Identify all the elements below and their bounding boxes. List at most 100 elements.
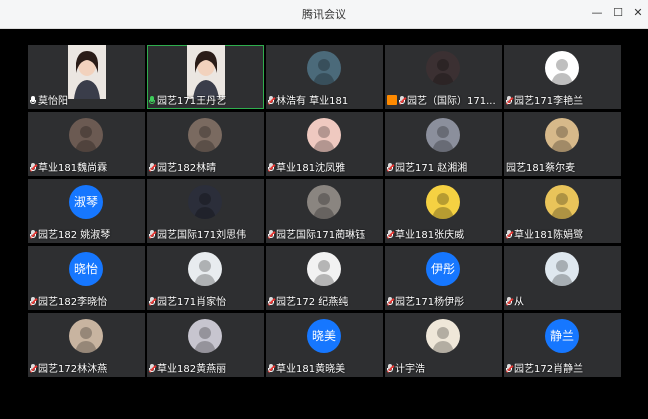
avatar: 晓怡 xyxy=(69,252,103,286)
avatar xyxy=(188,252,222,286)
participant-name-bar: 园艺182 姚淑琴 xyxy=(28,229,145,243)
mic-muted-icon xyxy=(148,163,157,172)
participant-tile[interactable]: 莫怡阳 xyxy=(28,45,145,109)
avatar xyxy=(69,118,103,152)
participant-tile[interactable]: 园艺国际171蔺琳钰 xyxy=(266,179,383,243)
participant-name-bar: 园艺172肖静兰 xyxy=(504,363,621,377)
participant-name: 草业181魏尚霖 xyxy=(38,163,108,174)
avatar xyxy=(426,51,460,85)
participant-tile[interactable]: 园艺171 赵湘湘 xyxy=(385,112,502,176)
avatar xyxy=(307,51,341,85)
participant-name-bar: 草业181陈娟鹭 xyxy=(504,229,621,243)
mic-muted-icon xyxy=(386,230,395,239)
participant-name-bar: 园艺国际171刘思伟 xyxy=(147,229,264,243)
participant-tile[interactable]: 草业182黄燕丽 xyxy=(147,313,264,377)
participant-tile[interactable]: 园艺181蔡尔麦 xyxy=(504,112,621,176)
close-icon[interactable]: ✕ xyxy=(629,4,647,22)
participant-tile[interactable]: 静兰园艺172肖静兰 xyxy=(504,313,621,377)
participant-name: 园艺182 姚淑琴 xyxy=(38,230,111,241)
mic-muted-icon xyxy=(148,230,157,239)
participant-name: 园艺172林沐燕 xyxy=(38,364,108,375)
participant-name: 园艺172 纪燕纯 xyxy=(276,297,349,308)
mic-icon xyxy=(149,96,155,105)
participant-name: 园艺国际171蔺琳钰 xyxy=(276,230,366,241)
participant-name: 草业181沈凤雅 xyxy=(276,163,346,174)
participant-tile[interactable]: 从 xyxy=(504,246,621,310)
mic-muted-icon xyxy=(267,297,276,306)
participant-tile[interactable]: 草业181张庆威 xyxy=(385,179,502,243)
avatar xyxy=(545,51,579,85)
participant-name-bar: 园艺171肖家怡 xyxy=(147,296,264,310)
avatar xyxy=(545,252,579,286)
participant-tile[interactable]: 草业181陈娟鹭 xyxy=(504,179,621,243)
participant-name: 园艺171李艳兰 xyxy=(514,96,584,107)
mic-muted-icon xyxy=(29,297,38,306)
avatar xyxy=(307,118,341,152)
mic-muted-icon xyxy=(505,297,514,306)
participant-name-bar: 计宇浩 xyxy=(385,363,502,377)
participant-tile[interactable]: 草业181沈凤雅 xyxy=(266,112,383,176)
participant-name-bar: 草业181魏尚霖 xyxy=(28,162,145,176)
participant-name-bar: 园艺182林晴 xyxy=(147,162,264,176)
participant-video xyxy=(187,45,225,99)
participant-name: 园艺171 赵湘湘 xyxy=(395,163,468,174)
participant-tile[interactable]: 晓怡园艺182李晓怡 xyxy=(28,246,145,310)
participant-name-bar: 莫怡阳 xyxy=(28,95,145,109)
mic-muted-icon xyxy=(386,163,395,172)
mic-muted-icon xyxy=(267,163,276,172)
mic-muted-icon xyxy=(29,163,38,172)
avatar: 晓美 xyxy=(307,319,341,353)
participant-name: 草业181黄晓美 xyxy=(276,364,346,375)
participant-tile[interactable]: 淑琴 园艺182 姚淑琴 xyxy=(28,179,145,243)
participant-name: 园艺（国际）171... xyxy=(407,96,496,107)
participant-tile[interactable]: 园艺国际171刘思伟 xyxy=(147,179,264,243)
participant-name: 园艺171王丹艺 xyxy=(157,96,227,107)
participant-tile[interactable]: 园艺172 纪燕纯 xyxy=(266,246,383,310)
avatar: 静兰 xyxy=(545,319,579,353)
mic-muted-icon xyxy=(29,230,38,239)
participant-name: 园艺182林晴 xyxy=(157,163,217,174)
participant-name-bar: 草业181沈凤雅 xyxy=(266,162,383,176)
participant-name-bar: 园艺171杨伊彤 xyxy=(385,296,502,310)
avatar xyxy=(188,319,222,353)
participant-tile[interactable]: 草业181魏尚霖 xyxy=(28,112,145,176)
participant-tile[interactable]: 晓美草业181黄晓美 xyxy=(266,313,383,377)
avatar xyxy=(307,252,341,286)
participant-name-bar: 园艺国际171蔺琳钰 xyxy=(266,229,383,243)
participant-tile[interactable]: 园艺171肖家怡 xyxy=(147,246,264,310)
participant-name-bar: 园艺182李晓怡 xyxy=(28,296,145,310)
participant-tile[interactable]: 计宇浩 xyxy=(385,313,502,377)
mic-muted-icon xyxy=(398,96,407,105)
participant-name: 计宇浩 xyxy=(395,364,425,375)
mic-muted-icon xyxy=(267,364,276,373)
maximize-icon[interactable]: ☐ xyxy=(609,4,627,22)
participant-name: 从 xyxy=(514,297,524,308)
mic-muted-icon xyxy=(505,364,514,373)
participant-tile[interactable]: 园艺171李艳兰 xyxy=(504,45,621,109)
participant-name: 园艺181蔡尔麦 xyxy=(506,163,576,174)
participant-tile[interactable]: 园艺（国际）171... xyxy=(385,45,502,109)
participant-name: 莫怡阳 xyxy=(38,96,68,107)
participant-name: 园艺171杨伊彤 xyxy=(395,297,465,308)
avatar xyxy=(69,319,103,353)
participant-tile[interactable]: 园艺182林晴 xyxy=(147,112,264,176)
participant-name-bar: 林浩有 草业181 xyxy=(266,95,383,109)
mic-muted-icon xyxy=(386,364,395,373)
participant-name-bar: 园艺181蔡尔麦 xyxy=(504,162,621,176)
participant-name-bar: 草业182黄燕丽 xyxy=(147,363,264,377)
participant-tile[interactable]: 伊彤园艺171杨伊彤 xyxy=(385,246,502,310)
mic-muted-icon xyxy=(386,297,395,306)
avatar xyxy=(545,185,579,219)
minimize-icon[interactable]: — xyxy=(588,4,606,22)
participant-name-bar: 园艺171 赵湘湘 xyxy=(385,162,502,176)
mic-muted-icon xyxy=(505,96,514,105)
participant-name-bar: 园艺172林沐燕 xyxy=(28,363,145,377)
participant-tile[interactable]: 园艺172林沐燕 xyxy=(28,313,145,377)
mic-muted-icon xyxy=(505,230,514,239)
participant-tile[interactable]: 林浩有 草业181 xyxy=(266,45,383,109)
avatar: 伊彤 xyxy=(426,252,460,286)
avatar xyxy=(188,185,222,219)
participant-name-bar: 园艺（国际）171... xyxy=(385,95,502,109)
participant-tile[interactable]: 园艺171王丹艺 xyxy=(147,45,264,109)
mic-muted-icon xyxy=(29,364,38,373)
